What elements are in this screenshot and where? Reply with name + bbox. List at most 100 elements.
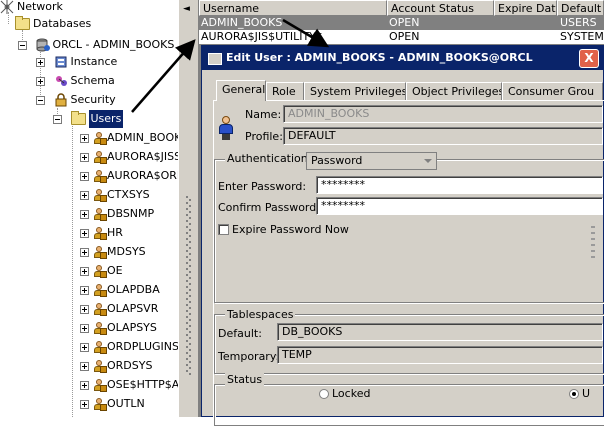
expand-icon[interactable] xyxy=(80,324,89,333)
temporary-tablespace-select[interactable]: TEMP xyxy=(277,346,603,364)
tree-node-user[interactable]: AURORA$ORI xyxy=(80,167,178,185)
expand-icon[interactable] xyxy=(80,153,89,162)
tree-label: AURORA$ORI xyxy=(107,169,178,182)
status-label: Status xyxy=(225,373,265,386)
user-icon xyxy=(94,322,107,335)
tree-node-users[interactable]: Users xyxy=(53,110,124,128)
grip-dots xyxy=(587,226,601,416)
window-icon xyxy=(208,53,222,65)
profile-select[interactable]: DEFAULT xyxy=(283,127,603,145)
tree-node-user[interactable]: OLAPDBA xyxy=(80,281,160,299)
tree-label: ADMIN_BOOK xyxy=(107,131,178,144)
expand-icon[interactable] xyxy=(80,362,89,371)
default-tablespace-label: Default: xyxy=(218,327,262,340)
cell-account-status: OPEN xyxy=(389,30,420,43)
tree-node-user[interactable]: DBSNMP xyxy=(80,205,154,223)
temporary-tablespace-label: Temporary: xyxy=(218,350,280,363)
tree-label-users: Users xyxy=(88,110,124,128)
expand-icon[interactable] xyxy=(80,248,89,257)
tree-node-user[interactable]: OSE$HTTP$A xyxy=(80,376,178,394)
tree-node-user[interactable]: ORDSYS xyxy=(80,357,152,375)
unlocked-radio[interactable] xyxy=(569,389,579,399)
expand-icon[interactable] xyxy=(80,343,89,352)
close-button[interactable]: X xyxy=(579,49,599,68)
expand-icon[interactable] xyxy=(80,134,89,143)
tree-label: HR xyxy=(107,226,123,239)
tree-node-user[interactable]: OLAPSYS xyxy=(80,319,157,337)
locked-radio[interactable] xyxy=(319,389,329,399)
expand-icon[interactable] xyxy=(36,77,45,86)
tree-node-security[interactable]: Security xyxy=(36,91,116,109)
expand-icon[interactable] xyxy=(80,286,89,295)
expand-icon[interactable] xyxy=(80,400,89,409)
tree-node-user[interactable]: OUTLN xyxy=(80,395,145,413)
grip-dots xyxy=(184,196,193,386)
tree-label: CTXSYS xyxy=(107,188,150,201)
profile-label: Profile: xyxy=(245,130,283,143)
confirm-password-label: Confirm Password: xyxy=(218,201,320,214)
collapse-icon[interactable] xyxy=(18,41,27,50)
expand-icon[interactable] xyxy=(80,305,89,314)
column-header-account-status[interactable]: Account Status xyxy=(387,0,494,16)
network-icon xyxy=(0,0,14,14)
tree-label: OLAPSYS xyxy=(107,321,157,334)
user-icon xyxy=(94,132,107,145)
tree-node-user[interactable]: OE xyxy=(80,262,123,280)
tab-general[interactable]: General xyxy=(216,80,266,101)
user-icon xyxy=(94,189,107,202)
tree-node-schema[interactable]: Schema xyxy=(36,72,115,90)
cell-account-status: OPEN xyxy=(389,16,420,29)
user-icon xyxy=(94,208,107,221)
column-header-expire-date[interactable]: Expire Date xyxy=(494,0,557,16)
column-header-default-tablespace[interactable]: Default T xyxy=(557,0,604,16)
tab-role[interactable]: Role xyxy=(266,82,304,100)
expand-icon[interactable] xyxy=(80,381,89,390)
tab-system-privileges[interactable]: System Privileges xyxy=(304,82,406,100)
user-icon xyxy=(219,116,233,140)
tree-node-database[interactable]: ORCL - ADMIN_BOOKS xyxy=(18,36,174,54)
column-header-username[interactable]: Username xyxy=(199,0,387,16)
user-icon xyxy=(94,151,107,164)
collapse-icon[interactable] xyxy=(53,115,62,124)
tree-label: OLAPDBA xyxy=(107,283,160,296)
expand-icon[interactable] xyxy=(80,267,89,276)
user-icon xyxy=(94,170,107,183)
tree-node-instance[interactable]: Instance xyxy=(36,53,117,71)
collapse-arrow-icon[interactable]: ◄ xyxy=(183,4,190,14)
tab-object-privileges[interactable]: Object Privileges xyxy=(406,82,502,100)
confirm-password-field[interactable]: ******** xyxy=(316,197,603,215)
security-icon xyxy=(54,93,68,107)
expand-icon[interactable] xyxy=(80,172,89,181)
splitter-handle[interactable]: ◄ xyxy=(178,0,199,417)
tree-node-user[interactable]: OLAPSVR xyxy=(80,300,158,318)
expand-icon[interactable] xyxy=(80,191,89,200)
tree-node-user[interactable]: ORDPLUGINS xyxy=(80,338,178,356)
tree-guide xyxy=(72,126,73,417)
tree-label: AURORA$JISS xyxy=(107,150,178,163)
tab-consumer-groups[interactable]: Consumer Grou xyxy=(502,82,603,100)
authentication-select[interactable]: Password xyxy=(306,152,437,170)
expand-icon[interactable] xyxy=(80,229,89,238)
tree-label: Security xyxy=(70,93,116,106)
tree-node-user[interactable]: ADMIN_BOOK xyxy=(80,129,178,147)
tree-node-databases[interactable]: Databases xyxy=(15,15,91,33)
tree-node-user[interactable]: CTXSYS xyxy=(80,186,150,204)
user-icon xyxy=(94,360,107,373)
tree-label: MDSYS xyxy=(107,245,146,258)
enter-password-field[interactable]: ******** xyxy=(316,176,603,194)
tree-node-user[interactable]: AURORA$JISS xyxy=(80,148,178,166)
dialog-title-bar[interactable]: Edit User : ADMIN_BOOKS - ADMIN_BOOKS@OR… xyxy=(202,46,603,70)
table-row-selected[interactable]: ADMIN_BOOKS OPEN USERS xyxy=(199,16,604,30)
tree-label: OUTLN xyxy=(107,397,145,410)
tree-node-user[interactable]: MDSYS xyxy=(80,243,146,261)
tree-label: Databases xyxy=(33,17,92,30)
expire-password-checkbox[interactable] xyxy=(218,224,229,235)
table-row[interactable]: AURORA$JIS$UTILITY$ OPEN SYSTEM xyxy=(199,30,604,44)
collapse-icon[interactable] xyxy=(36,96,45,105)
tree-label: Network xyxy=(17,0,63,13)
expand-icon[interactable] xyxy=(80,210,89,219)
tree-node-user[interactable]: HR xyxy=(80,224,123,242)
expand-icon[interactable] xyxy=(36,58,45,67)
tree-node-network[interactable]: Network xyxy=(0,0,63,16)
default-tablespace-select[interactable]: DB_BOOKS xyxy=(277,323,603,341)
